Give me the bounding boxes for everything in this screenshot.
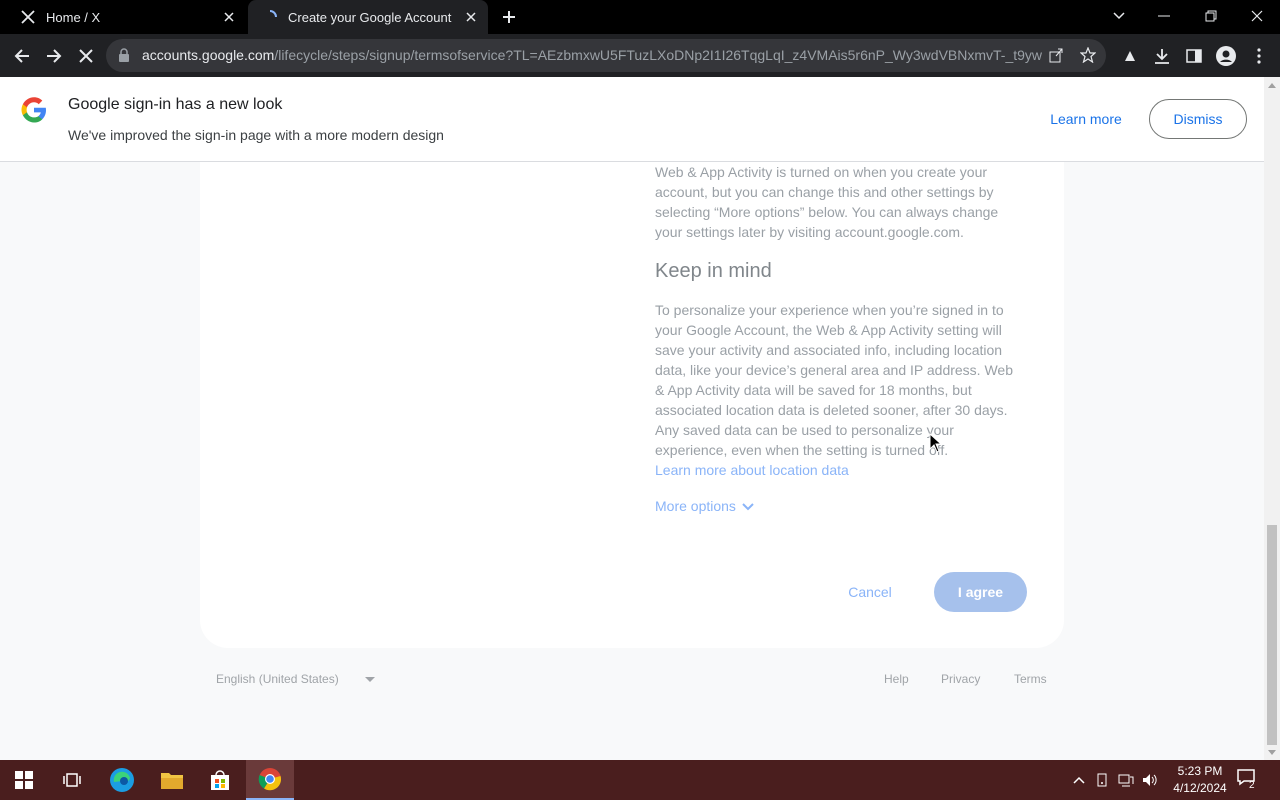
page-footer: English (United States) Help Privacy Ter…: [0, 670, 1264, 690]
cancel-button[interactable]: Cancel: [834, 572, 906, 612]
close-icon: [1251, 10, 1263, 22]
close-window-button[interactable]: [1243, 3, 1271, 29]
url-path: /lifecycle/steps/signup/termsofservice?T…: [274, 47, 1042, 63]
scroll-up-icon[interactable]: [1267, 80, 1277, 90]
url-text[interactable]: accounts.google.com/lifecycle/steps/sign…: [142, 47, 1042, 63]
back-button[interactable]: [10, 44, 34, 68]
windows-taskbar: 5:23 PM 4/12/2024 2: [0, 760, 1280, 800]
help-link[interactable]: Help: [884, 672, 909, 686]
close-icon[interactable]: [460, 6, 482, 28]
loading-spinner-icon: [262, 9, 278, 25]
page-scrollbar[interactable]: [1264, 77, 1280, 760]
google-logo-icon: [20, 96, 48, 129]
plus-icon: [503, 11, 515, 23]
close-icon[interactable]: [218, 6, 240, 28]
more-options-button[interactable]: More options: [655, 498, 754, 514]
i-agree-button[interactable]: I agree: [934, 572, 1027, 612]
chevron-down-icon: [1113, 12, 1125, 20]
system-clock[interactable]: 5:23 PM 4/12/2024: [1160, 763, 1240, 797]
new-tab-button[interactable]: [498, 6, 520, 28]
notice-subtitle: We've improved the sign-in page with a m…: [68, 127, 444, 143]
store-icon: [211, 770, 229, 790]
stop-loading-button[interactable]: [74, 44, 98, 68]
close-icon: [79, 49, 93, 63]
browser-tab-strip: Home / X Create your Google Account: [0, 0, 1280, 34]
file-explorer-taskbar-icon[interactable]: [148, 760, 196, 800]
terms-link[interactable]: Terms: [1014, 672, 1047, 686]
scroll-down-icon[interactable]: [1267, 747, 1277, 757]
side-panel-button[interactable]: [1182, 44, 1206, 68]
chevron-down-icon: [742, 498, 754, 514]
more-vert-icon: [1257, 48, 1261, 64]
x-logo-icon: [20, 9, 36, 25]
arrow-left-icon: [14, 49, 29, 63]
start-button[interactable]: [0, 760, 48, 800]
lock-icon[interactable]: [118, 48, 130, 67]
edge-taskbar-icon[interactable]: [98, 760, 146, 800]
language-selector[interactable]: English (United States): [216, 672, 375, 686]
minimize-icon: [1158, 15, 1170, 17]
learn-more-link[interactable]: Learn more: [1036, 107, 1136, 131]
scroll-thumb[interactable]: [1267, 525, 1277, 745]
url-host: accounts.google.com: [142, 47, 275, 63]
clock-time: 5:23 PM: [1177, 764, 1223, 778]
restore-icon: [1205, 10, 1217, 22]
notification-count-badge: 2: [1249, 780, 1255, 791]
page-content: Web & App Activity is turned on when you…: [0, 162, 1264, 760]
arrow-right-icon: [47, 49, 62, 63]
caret-down-icon: [364, 672, 375, 686]
more-options-label: More options: [655, 498, 736, 514]
terms-card: Web & App Activity is turned on when you…: [200, 162, 1064, 648]
tab-title: Home / X: [46, 9, 101, 25]
notification-center-button[interactable]: 2: [1236, 768, 1262, 792]
side-panel-icon: [1186, 49, 1202, 63]
extension-button[interactable]: [1118, 44, 1142, 68]
chrome-taskbar-icon[interactable]: [246, 760, 294, 800]
address-bar[interactable]: accounts.google.com/lifecycle/steps/sign…: [106, 39, 1106, 72]
windows-logo-icon: [15, 771, 33, 789]
forward-button[interactable]: [42, 44, 66, 68]
tab-home-x[interactable]: Home / X: [0, 0, 246, 34]
extension-icon: [1125, 51, 1135, 61]
language-label: English (United States): [216, 672, 339, 686]
task-view-button[interactable]: [48, 760, 96, 800]
store-taskbar-icon[interactable]: [196, 760, 244, 800]
clock-date: 4/12/2024: [1173, 781, 1227, 795]
keep-in-mind-heading: Keep in mind: [655, 260, 772, 282]
dismiss-button[interactable]: Dismiss: [1149, 99, 1247, 139]
chevron-up-icon[interactable]: [1070, 771, 1088, 789]
notice-title: Google sign-in has a new look: [68, 96, 283, 113]
browser-toolbar: accounts.google.com/lifecycle/steps/sign…: [0, 34, 1280, 77]
mouse-pointer-icon: [929, 432, 943, 458]
downloads-button[interactable]: [1150, 44, 1174, 68]
task-view-icon: [63, 773, 81, 787]
terms-text-block: Web & App Activity is turned on when you…: [655, 162, 1025, 480]
edge-icon: [110, 768, 134, 792]
profile-avatar-icon: [1216, 46, 1236, 66]
keep-in-mind-text: To personalize your experience when you’…: [655, 302, 1013, 458]
tab-search-button[interactable]: [1105, 3, 1133, 29]
network-icon[interactable]: [1117, 771, 1135, 789]
volume-icon[interactable]: [1141, 771, 1159, 789]
bookmark-star-icon[interactable]: [1079, 46, 1097, 68]
profile-button[interactable]: [1214, 44, 1238, 68]
location-data-link[interactable]: Learn more about location data: [655, 460, 1025, 480]
tab-create-google-account[interactable]: Create your Google Account: [248, 0, 488, 34]
folder-icon: [161, 773, 183, 789]
tab-title: Create your Google Account: [288, 9, 452, 25]
meet-now-icon[interactable]: [1094, 771, 1112, 789]
menu-button[interactable]: [1247, 44, 1271, 68]
sign-in-notice-banner: Google sign-in has a new look We've impr…: [0, 77, 1264, 162]
download-icon: [1155, 49, 1169, 64]
privacy-link[interactable]: Privacy: [941, 672, 980, 686]
web-app-activity-text: Web & App Activity is turned on when you…: [655, 164, 999, 240]
minimize-button[interactable]: [1150, 3, 1178, 29]
chrome-icon: [258, 768, 282, 791]
share-icon[interactable]: [1048, 47, 1064, 68]
restore-button[interactable]: [1197, 3, 1225, 29]
